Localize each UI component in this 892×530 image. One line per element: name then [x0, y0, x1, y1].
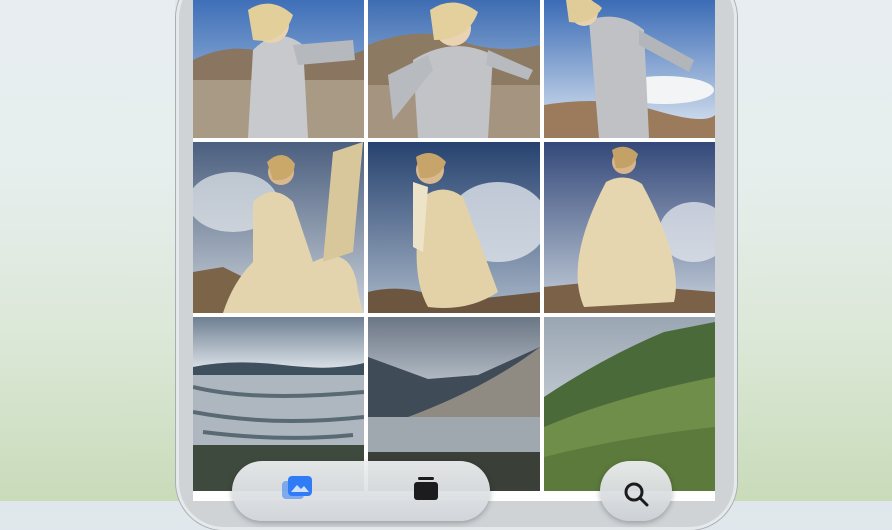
background-right — [732, 0, 892, 501]
photo-thumbnail[interactable] — [368, 142, 540, 313]
collections-icon — [413, 477, 438, 500]
background-left — [0, 0, 175, 501]
tab-bar — [232, 461, 490, 521]
search-icon — [624, 482, 649, 507]
photo-thumbnail[interactable] — [544, 0, 715, 138]
photo-thumbnail[interactable] — [193, 142, 364, 313]
photos-library-icon — [281, 476, 312, 499]
photo-thumbnail[interactable] — [544, 142, 715, 313]
photo-grid — [193, 0, 715, 501]
tab-library[interactable] — [267, 475, 327, 515]
photo-thumbnail[interactable] — [368, 0, 540, 138]
tab-collections[interactable] — [396, 475, 456, 515]
photo-thumbnail[interactable] — [193, 0, 364, 138]
search-button[interactable] — [600, 461, 672, 521]
phone-screen — [193, 0, 715, 501]
